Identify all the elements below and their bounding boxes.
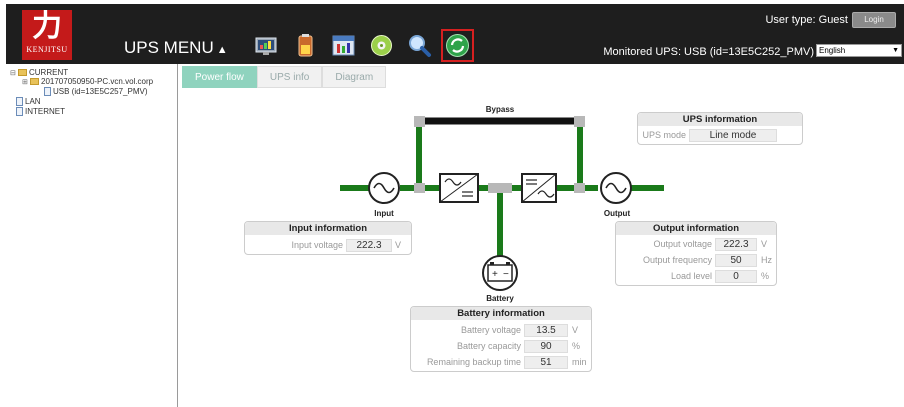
bypass-right-junction [574, 116, 585, 127]
lan-icon [16, 97, 23, 106]
device-tree: ⊟ CURRENT ⊞ 201707050950-PC.vcn.vol.corp… [6, 64, 178, 407]
tab-power-flow[interactable]: Power flow [182, 66, 257, 88]
svg-text:+: + [492, 269, 498, 280]
tree-item-lan[interactable]: LAN [16, 97, 41, 106]
panel-title: Input information [245, 222, 411, 235]
output-frequency-value: 50 [715, 254, 757, 267]
output-junction [574, 183, 585, 193]
output-info-panel: Output information Output voltage 222.3 … [615, 221, 777, 286]
tree-item-internet[interactable]: INTERNET [16, 107, 65, 116]
unit-label: % [572, 341, 581, 351]
battery-voltage-row: Battery voltage 13.5 V [411, 324, 593, 337]
input-junction [414, 183, 425, 193]
inverter-icon [521, 173, 557, 203]
ups-info-panel: UPS information UPS mode Line mode [637, 112, 803, 145]
tab-diagram[interactable]: Diagram [322, 66, 387, 88]
panel-title: Output information [616, 222, 776, 235]
input-ac-source-icon [368, 172, 400, 204]
settings-tools-icon[interactable] [330, 32, 357, 59]
output-frequency-row: Output frequency 50 Hz [616, 254, 778, 267]
unit-label: min [572, 357, 587, 367]
logo-glyph: 力 [32, 9, 62, 44]
app-window: 力 KENJITSU UPS MENU ▲ User type: Guest L… [0, 0, 904, 407]
internet-icon [16, 107, 23, 116]
input-voltage-row: Input voltage 222.3 V [245, 239, 413, 252]
dc-junction [488, 183, 512, 193]
chevron-down-icon: ▼ [892, 47, 899, 54]
battery-capacity-row: Battery capacity 90 % [411, 340, 593, 353]
tab-ups-info[interactable]: UPS info [256, 66, 323, 88]
expand-icon[interactable]: ⊞ [22, 78, 28, 86]
device-icon [44, 87, 51, 96]
tree-label: CURRENT [29, 68, 69, 77]
tree-item-device[interactable]: USB (id=13E5C257_PMV) [44, 87, 148, 96]
refresh-icon[interactable] [441, 29, 474, 62]
field-label: Output frequency [642, 255, 712, 265]
login-button[interactable]: Login [852, 12, 896, 28]
disc-icon[interactable] [368, 32, 395, 59]
language-value: English [819, 46, 846, 55]
brand-logo: 力 KENJITSU [22, 10, 72, 60]
panel-title: Battery information [411, 307, 591, 320]
field-label: Output voltage [653, 239, 712, 249]
battery-label: Battery [486, 294, 514, 303]
tree-item-host[interactable]: ⊞ 201707050950-PC.vcn.vol.corp [22, 77, 153, 86]
field-label: Input voltage [291, 240, 343, 250]
power-flow-view: + − Bypass Input Output Battery UPS info… [182, 88, 904, 407]
backup-time-row: Remaining backup time 51 min [411, 356, 593, 369]
view-tabs: Power flow UPS info Diagram [182, 66, 387, 88]
panel-title: UPS information [638, 113, 802, 126]
output-voltage-row: Output voltage 222.3 V [616, 238, 778, 251]
tree-label: 201707050950-PC.vcn.vol.corp [41, 77, 154, 86]
unit-label: % [761, 271, 770, 281]
unit-label: V [395, 240, 402, 250]
monitored-ups-label: Monitored UPS: USB (id=13E5C252_PMV) [603, 46, 814, 58]
output-voltage-value: 222.3 [715, 238, 757, 251]
field-label: UPS mode [642, 130, 686, 140]
collapse-icon[interactable]: ⊟ [10, 69, 16, 77]
folder-icon [18, 69, 27, 76]
input-info-panel: Input information Input voltage 222.3 V [244, 221, 412, 255]
field-label: Battery capacity [456, 341, 521, 351]
battery-capacity-value: 90 [524, 340, 568, 353]
load-level-value: 0 [715, 270, 757, 283]
field-label: Load level [670, 271, 712, 281]
user-type-label: User type: Guest [765, 14, 848, 26]
folder-icon [30, 78, 39, 85]
rectifier-icon [439, 173, 479, 203]
ups-mode-row: UPS mode Line mode [638, 129, 804, 142]
toolbar [254, 29, 474, 62]
load-level-row: Load level 0 % [616, 270, 778, 283]
collapse-arrow-icon: ▲ [216, 44, 228, 56]
svg-text:−: − [503, 269, 509, 280]
bypass-label: Bypass [485, 105, 515, 114]
ups-menu-toggle[interactable]: UPS MENU ▲ [124, 38, 228, 58]
field-label: Remaining backup time [426, 357, 521, 367]
tree-label: LAN [25, 97, 41, 106]
tree-label: INTERNET [25, 107, 65, 116]
bypass-left-junction [414, 116, 425, 127]
tree-label: USB (id=13E5C257_PMV) [53, 87, 148, 96]
search-icon[interactable] [406, 32, 433, 59]
unit-label: V [761, 239, 768, 249]
unit-label: V [572, 325, 579, 335]
battery-status-icon[interactable] [292, 32, 319, 59]
backup-time-value: 51 [524, 356, 568, 369]
header-bar: 力 KENJITSU UPS MENU ▲ User type: Guest L… [6, 4, 904, 64]
menu-title: UPS MENU [124, 38, 214, 57]
unit-label: Hz [761, 255, 772, 265]
ups-mode-value: Line mode [689, 129, 777, 142]
output-label: Output [603, 209, 631, 218]
tree-item-current[interactable]: ⊟ CURRENT [10, 68, 68, 77]
input-label: Input [374, 209, 394, 218]
battery-info-panel: Battery information Battery voltage 13.5… [410, 306, 592, 372]
battery-voltage-value: 13.5 [524, 324, 568, 337]
input-voltage-value: 222.3 [346, 239, 392, 252]
logo-brand: KENJITSU [26, 45, 68, 54]
output-ac-source-icon [600, 172, 632, 204]
language-select[interactable]: English ▼ [816, 44, 902, 57]
battery-icon: + − [482, 255, 518, 291]
field-label: Battery voltage [460, 325, 521, 335]
monitor-chart-icon[interactable] [254, 32, 281, 59]
